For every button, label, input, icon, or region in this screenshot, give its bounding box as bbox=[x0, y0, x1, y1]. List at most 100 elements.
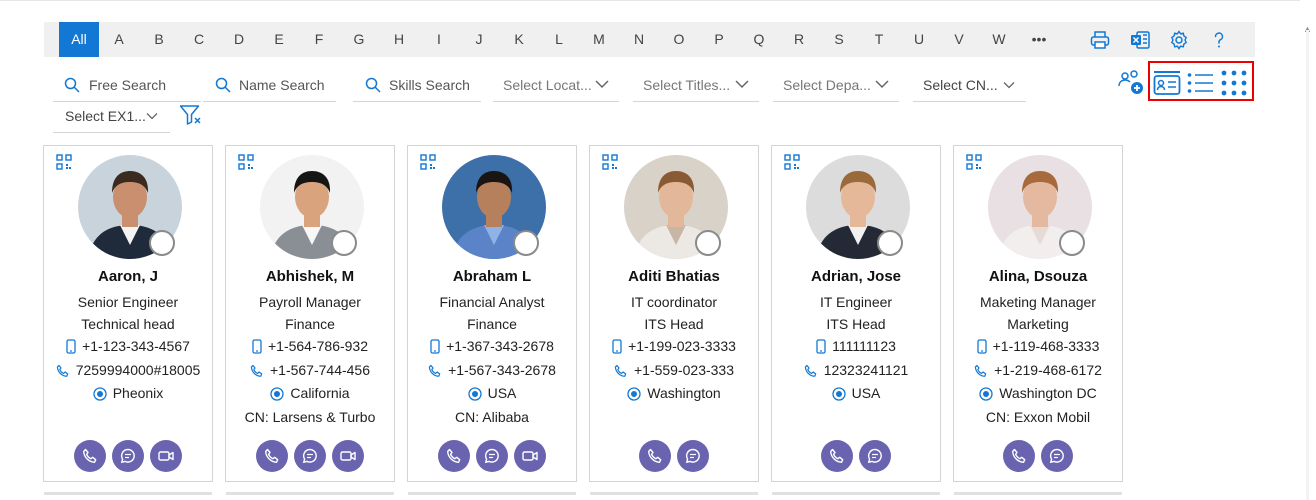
employee-name[interactable]: Alina, Dsouza bbox=[954, 268, 1122, 285]
call-button[interactable] bbox=[74, 440, 106, 472]
qr-code-icon[interactable] bbox=[56, 154, 72, 175]
titles-select[interactable]: Select Titles... bbox=[633, 69, 759, 102]
mobile-number-row[interactable]: +1-564-786-932 bbox=[226, 338, 394, 357]
video-button[interactable] bbox=[332, 440, 364, 472]
mobile-number-row[interactable]: +1-119-468-3333 bbox=[954, 338, 1122, 357]
letter-filter-b[interactable]: B bbox=[139, 22, 179, 57]
phone-icon bbox=[614, 364, 628, 381]
letter-filter-c[interactable]: C bbox=[179, 22, 219, 57]
grid-view-icon[interactable] bbox=[1220, 69, 1248, 97]
employee-card[interactable]: Aditi Bhatias IT coordinator ITS Head +1-19… bbox=[589, 145, 759, 482]
list-view-icon[interactable] bbox=[1187, 72, 1215, 94]
mobile-number-row[interactable]: 111111123 bbox=[772, 338, 940, 357]
video-button[interactable] bbox=[150, 440, 182, 472]
departments-select[interactable]: Select Depa... bbox=[773, 69, 899, 102]
employee-name[interactable]: Aditi Bhatias bbox=[590, 268, 758, 285]
mobile-number: +1-199-023-3333 bbox=[628, 338, 736, 354]
letter-filter-u[interactable]: U bbox=[899, 22, 939, 57]
phone-number-row[interactable]: 7259994000#18005 bbox=[44, 362, 212, 381]
employee-card[interactable]: Alina, Dsouza Maketing Manager Marketing +1… bbox=[953, 145, 1123, 482]
call-button[interactable] bbox=[1003, 440, 1035, 472]
ex1-select[interactable]: Select EX1... bbox=[53, 100, 170, 133]
mobile-phone-icon bbox=[430, 339, 440, 357]
employee-card[interactable]: Abraham L Financial Analyst Finance +1-367-… bbox=[407, 145, 577, 482]
letter-filter-k[interactable]: K bbox=[499, 22, 539, 57]
card-view-icon[interactable] bbox=[1153, 70, 1181, 96]
skills-search-input[interactable]: Skills Search bbox=[353, 69, 481, 102]
chat-button[interactable] bbox=[294, 440, 326, 472]
letter-filter-s[interactable]: S bbox=[819, 22, 859, 57]
phone-number-row[interactable]: +1-219-468-6172 bbox=[954, 362, 1122, 381]
chat-button[interactable] bbox=[112, 440, 144, 472]
location-select-value: Select Locat... bbox=[503, 77, 592, 93]
call-button[interactable] bbox=[639, 440, 671, 472]
cn-select[interactable]: Select CN... bbox=[913, 69, 1026, 102]
titles-select-value: Select Titles... bbox=[643, 77, 731, 93]
phone-number-row[interactable]: 12323241121 bbox=[772, 362, 940, 381]
employee-card[interactable]: Abhishek, M Payroll Manager Finance +1-564-… bbox=[225, 145, 395, 482]
letter-filter-e[interactable]: E bbox=[259, 22, 299, 57]
employee-title: Maketing Manager bbox=[980, 294, 1096, 310]
letter-filter-v[interactable]: V bbox=[939, 22, 979, 57]
clear-filter-icon[interactable] bbox=[179, 104, 203, 126]
letter-filter-q[interactable]: Q bbox=[739, 22, 779, 57]
letter-filter-d[interactable]: D bbox=[219, 22, 259, 57]
phone-number-row[interactable]: +1-567-744-456 bbox=[226, 362, 394, 381]
employee-name[interactable]: Abraham L bbox=[408, 268, 576, 285]
mobile-number-row[interactable]: +1-367-343-2678 bbox=[408, 338, 576, 357]
letter-filter-t[interactable]: T bbox=[859, 22, 899, 57]
qr-code-icon[interactable] bbox=[420, 154, 436, 175]
qr-code-icon[interactable] bbox=[784, 154, 800, 175]
chat-button[interactable] bbox=[1041, 440, 1073, 472]
letter-filter-a[interactable]: A bbox=[99, 22, 139, 57]
name-search-input[interactable]: Name Search bbox=[203, 69, 336, 102]
employee-name[interactable]: Adrian, Jose bbox=[772, 268, 940, 285]
chat-button[interactable] bbox=[859, 440, 891, 472]
call-button[interactable] bbox=[821, 440, 853, 472]
name-search-placeholder: Name Search bbox=[239, 77, 325, 93]
free-search-input[interactable]: Free Search bbox=[53, 69, 201, 102]
phone-number-row[interactable]: +1-559-023-333 bbox=[590, 362, 758, 381]
add-people-icon[interactable] bbox=[1117, 68, 1145, 96]
chevron-down-icon bbox=[146, 113, 158, 120]
letter-filter-n[interactable]: N bbox=[619, 22, 659, 57]
printer-icon[interactable] bbox=[1089, 29, 1111, 51]
letter-filter-f[interactable]: F bbox=[299, 22, 339, 57]
employee-name[interactable]: Aaron, J bbox=[44, 268, 212, 285]
excel-icon[interactable] bbox=[1129, 29, 1151, 51]
employee-card[interactable]: Adrian, Jose IT Engineer ITS Head 111111123… bbox=[771, 145, 941, 482]
location-select[interactable]: Select Locat... bbox=[493, 69, 619, 102]
qr-code-icon[interactable] bbox=[966, 154, 982, 175]
letter-filter-j[interactable]: J bbox=[459, 22, 499, 57]
mobile-number: 111111123 bbox=[832, 338, 896, 354]
phone-number-row[interactable]: +1-567-343-2678 bbox=[408, 362, 576, 381]
letter-filter-i[interactable]: I bbox=[419, 22, 459, 57]
qr-code-icon[interactable] bbox=[602, 154, 618, 175]
letter-filter-w[interactable]: W bbox=[979, 22, 1019, 57]
letter-filter-r[interactable]: R bbox=[779, 22, 819, 57]
mobile-number-row[interactable]: +1-123-343-4567 bbox=[44, 338, 212, 357]
gear-icon[interactable] bbox=[1168, 29, 1190, 51]
help-icon[interactable] bbox=[1208, 29, 1230, 51]
mobile-phone-icon bbox=[66, 339, 76, 357]
employee-card[interactable]: Aaron, J Senior Engineer Technical head +1-… bbox=[43, 145, 213, 482]
employee-name[interactable]: Abhishek, M bbox=[226, 268, 394, 285]
video-button[interactable] bbox=[514, 440, 546, 472]
call-button[interactable] bbox=[438, 440, 470, 472]
letter-filter-l[interactable]: L bbox=[539, 22, 579, 57]
letter-filter-p[interactable]: P bbox=[699, 22, 739, 57]
letter-filter-g[interactable]: G bbox=[339, 22, 379, 57]
letter-filter-o[interactable]: O bbox=[659, 22, 699, 57]
employee-location: USA bbox=[487, 385, 517, 401]
chat-button[interactable] bbox=[677, 440, 709, 472]
letter-filter-m[interactable]: M bbox=[579, 22, 619, 57]
chat-button[interactable] bbox=[476, 440, 508, 472]
chevron-down-icon bbox=[595, 80, 609, 89]
call-button[interactable] bbox=[256, 440, 288, 472]
mobile-number-row[interactable]: +1-199-023-3333 bbox=[590, 338, 758, 357]
more-letters-button[interactable]: ••• bbox=[1019, 22, 1059, 57]
scrollbar[interactable] bbox=[1306, 30, 1309, 500]
letter-filter-all[interactable]: All bbox=[59, 22, 99, 57]
letter-filter-h[interactable]: H bbox=[379, 22, 419, 57]
qr-code-icon[interactable] bbox=[238, 154, 254, 175]
